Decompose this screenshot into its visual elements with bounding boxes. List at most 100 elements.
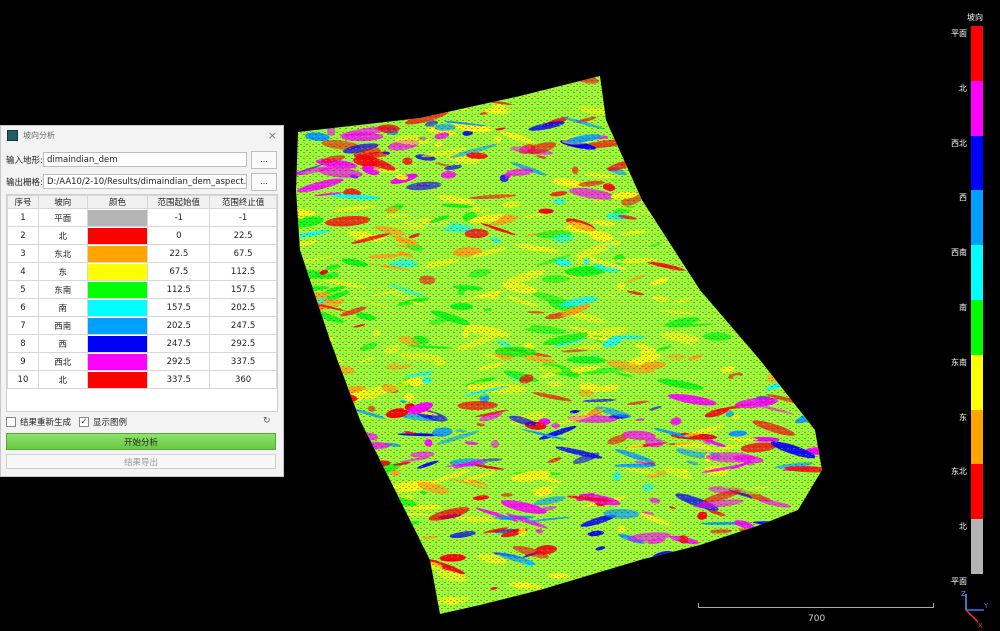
column-header[interactable]: 颜色 xyxy=(86,195,149,209)
color-swatch[interactable] xyxy=(87,299,148,316)
color-cell[interactable] xyxy=(86,370,149,389)
color-swatch[interactable] xyxy=(87,335,148,352)
terrain-streak xyxy=(792,111,822,124)
close-icon[interactable]: × xyxy=(268,129,277,142)
terrain-streak xyxy=(377,529,394,538)
terrain-streak xyxy=(618,125,655,135)
range-start-cell: 247.5 xyxy=(147,334,211,353)
terrain-streak xyxy=(612,581,659,597)
color-cell[interactable] xyxy=(86,352,149,371)
terrain-streak xyxy=(795,289,822,295)
color-swatch[interactable] xyxy=(87,281,148,298)
terrain-streak xyxy=(296,529,322,542)
terrain-streak xyxy=(748,280,769,291)
terrain-streak xyxy=(748,168,776,181)
input-terrain-field[interactable]: dimaindian_dem xyxy=(43,152,247,167)
terrain-streak xyxy=(766,239,779,243)
terrain-streak xyxy=(296,583,310,594)
output-raster-field[interactable]: D:/AA10/2-10/Results/dimaindian_dem_aspe… xyxy=(43,174,247,189)
terrain-streak xyxy=(658,215,678,224)
regenerate-checkbox[interactable] xyxy=(6,417,16,427)
terrain-streak xyxy=(694,144,705,154)
legend-label: 平面 xyxy=(951,29,967,38)
terrain-streak xyxy=(800,148,822,155)
terrain-streak xyxy=(323,495,367,506)
show-legend-checkbox[interactable]: ✓ xyxy=(79,417,90,427)
color-swatch[interactable] xyxy=(87,263,148,280)
color-swatch[interactable] xyxy=(87,245,148,262)
table-row[interactable]: 7 西南 202.5 247.5 xyxy=(7,316,277,335)
terrain-streak xyxy=(336,435,355,444)
index-cell: 2 xyxy=(7,226,39,245)
terrain-streak xyxy=(802,181,822,188)
color-swatch[interactable] xyxy=(87,371,148,388)
column-header[interactable]: 坡向 xyxy=(37,195,88,209)
color-cell[interactable] xyxy=(86,280,149,299)
terrain-streak xyxy=(643,180,677,186)
range-end-cell: 22.5 xyxy=(209,226,277,245)
index-cell: 3 xyxy=(7,244,39,263)
refresh-icon[interactable]: ↻ xyxy=(263,416,271,426)
color-swatch[interactable] xyxy=(87,353,148,370)
terrain-streak xyxy=(341,546,383,553)
axis-y-label: Y xyxy=(983,602,989,610)
color-swatch[interactable] xyxy=(87,317,148,334)
terrain-streak xyxy=(382,87,394,92)
export-results-button[interactable]: 结果导出 xyxy=(6,454,276,469)
terrain-streak xyxy=(689,234,729,243)
column-header[interactable]: 范围起始值 xyxy=(147,195,211,209)
output-browse-button[interactable]: ... xyxy=(251,172,277,191)
terrain-streak xyxy=(701,554,724,561)
aspect-class-table[interactable]: 序号 坡向 颜色 范围起始值 范围终止值 1 平面 -1 -1 2 北 0 22.5 3 东北 22.5 67… xyxy=(6,194,278,412)
terrain-streak xyxy=(813,593,822,599)
legend-label: 西北 xyxy=(951,138,967,148)
table-row[interactable]: 1 平面 -1 -1 xyxy=(7,208,277,227)
column-header[interactable]: 序号 xyxy=(7,195,39,209)
legend-label: 南 xyxy=(959,303,967,312)
table-row[interactable]: 6 南 157.5 202.5 xyxy=(7,298,277,317)
output-raster-label: 输出栅格: xyxy=(6,177,43,188)
table-row[interactable]: 8 西 247.5 292.5 xyxy=(7,334,277,353)
column-header[interactable]: 范围终止值 xyxy=(209,195,277,209)
terrain-streak xyxy=(720,167,754,174)
color-cell[interactable] xyxy=(86,334,149,353)
table-row[interactable]: 9 西北 292.5 337.5 xyxy=(7,352,277,371)
table-row[interactable]: 5 东南 112.5 157.5 xyxy=(7,280,277,299)
color-cell[interactable] xyxy=(86,316,149,335)
start-analysis-button[interactable]: 开始分析 xyxy=(6,433,276,450)
terrain-streak xyxy=(735,253,773,262)
terrain-streak xyxy=(300,468,325,474)
terrain-streak xyxy=(705,246,718,254)
color-swatch[interactable] xyxy=(87,227,148,244)
input-browse-button[interactable]: ... xyxy=(251,150,277,169)
color-cell[interactable] xyxy=(86,208,149,227)
terrain-streak xyxy=(316,419,351,424)
terrain-streak xyxy=(553,586,586,597)
table-row[interactable]: 2 北 0 22.5 xyxy=(7,226,277,245)
color-cell[interactable] xyxy=(86,262,149,281)
terrain-streak xyxy=(754,207,783,220)
terrain-streak xyxy=(674,146,716,160)
direction-cell: 东北 xyxy=(37,244,88,263)
color-cell[interactable] xyxy=(86,298,149,317)
table-row[interactable]: 10 北 337.5 360 xyxy=(7,370,277,389)
terrain-streak xyxy=(324,495,336,506)
terrain-streak xyxy=(776,67,789,75)
table-row[interactable]: 3 东北 22.5 67.5 xyxy=(7,244,277,263)
terrain-streak xyxy=(676,619,689,629)
dialog-titlebar[interactable]: 坡向分析 × xyxy=(1,126,283,144)
terrain-streak xyxy=(776,299,801,307)
color-swatch[interactable] xyxy=(87,209,148,226)
terrain-streak xyxy=(776,363,797,370)
terrain-streak xyxy=(785,161,822,175)
axes-gizmo[interactable]: Z Y X xyxy=(954,588,994,628)
color-cell[interactable] xyxy=(86,226,149,245)
terrain-streak xyxy=(546,588,572,600)
terrain-streak xyxy=(765,315,787,325)
color-cell[interactable] xyxy=(86,244,149,263)
terrain-streak xyxy=(364,517,388,520)
terrain-streak xyxy=(770,579,795,589)
terrain-streak xyxy=(660,88,703,94)
table-row[interactable]: 4 东 67.5 112.5 xyxy=(7,262,277,281)
terrain-streak xyxy=(296,76,320,80)
